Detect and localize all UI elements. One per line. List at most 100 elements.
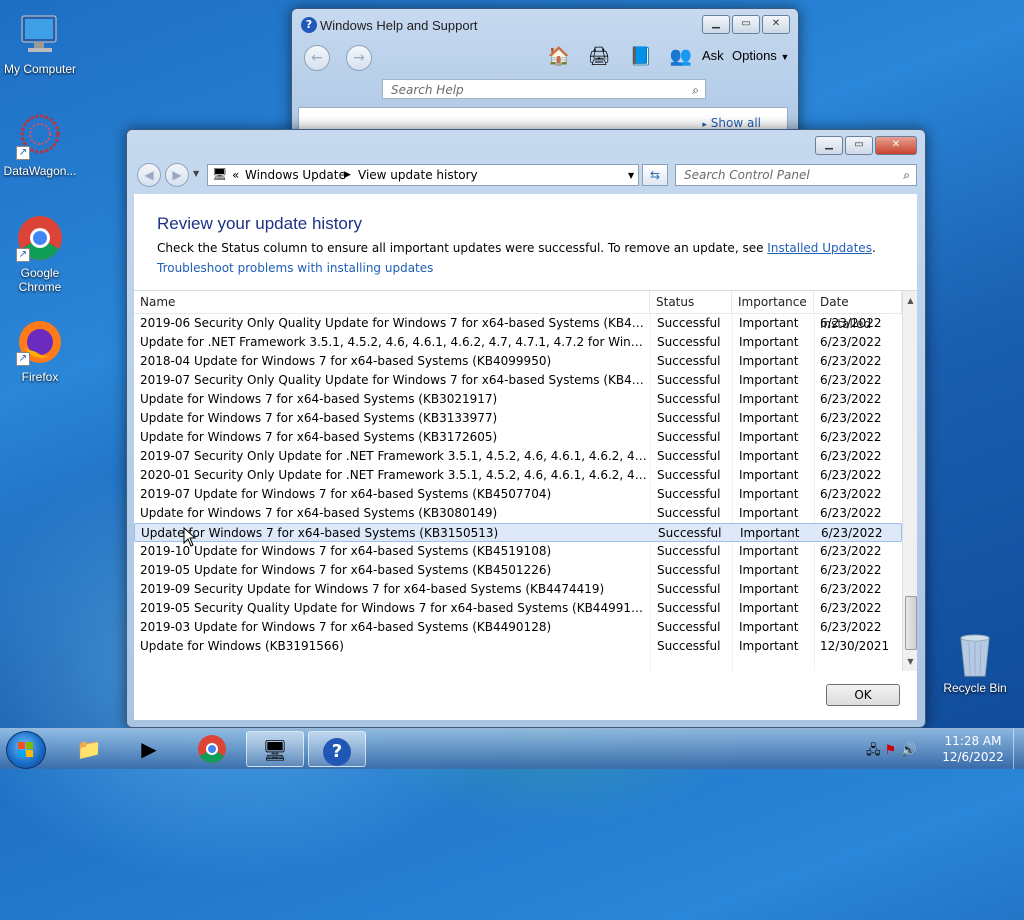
column-header-importance[interactable]: Importance (732, 291, 814, 313)
desktop-icon-firefox[interactable]: ↗ Firefox (0, 318, 80, 384)
network-icon[interactable]: 🖧 (866, 743, 881, 758)
search-icon[interactable]: ⌕ (903, 165, 910, 185)
update-status: Successful (657, 335, 721, 349)
overflow-chevron-icon[interactable]: « (232, 168, 239, 182)
desktop-icon-recycle-bin[interactable]: Recycle Bin (940, 632, 1010, 695)
vertical-scrollbar[interactable]: ▲ ▼ (902, 291, 917, 671)
update-date: 6/23/2022 (820, 468, 882, 482)
update-name: 2020-01 Security Only Update for .NET Fr… (140, 468, 648, 482)
table-row[interactable]: 2019-06 Security Only Quality Update for… (134, 314, 902, 333)
shortcut-arrow-icon: ↗ (16, 352, 30, 366)
scrollbar-thumb[interactable] (905, 596, 917, 650)
volume-icon[interactable]: 🔊 (900, 743, 916, 758)
breadcrumb-view-update-history[interactable]: View update history (358, 168, 478, 182)
update-name: 2019-05 Security Quality Update for Wind… (140, 601, 648, 615)
update-status: Successful (657, 563, 721, 577)
media-player-taskbar-icon[interactable]: ▶ (120, 731, 178, 767)
address-dropdown-icon[interactable]: ▼ (628, 171, 634, 180)
ask-icon[interactable]: 👥 (668, 45, 694, 69)
control-panel-taskbar-icon[interactable]: 🖥 (246, 731, 304, 767)
update-importance: Important (739, 392, 799, 406)
chrome-taskbar-icon[interactable] (183, 731, 241, 767)
start-button[interactable] (6, 731, 46, 769)
control-panel-window: ▁ ▭ ✕ ◀ ▶ ▼ 🖥 « Windows Update ▶ View up… (126, 129, 926, 728)
table-row[interactable]: 2019-03 Update for Windows 7 for x64-bas… (134, 618, 902, 637)
browse-help-icon[interactable]: 📘 (628, 45, 654, 69)
update-status: Successful (658, 526, 722, 540)
close-button[interactable]: ✕ (762, 15, 790, 34)
table-row[interactable]: 2019-07 Update for Windows 7 for x64-bas… (134, 485, 902, 504)
installed-updates-link[interactable]: Installed Updates (767, 241, 872, 255)
update-importance: Important (739, 335, 799, 349)
table-row-selected[interactable]: Update for Windows 7 for x64-based Syste… (134, 523, 902, 542)
update-name: 2019-07 Update for Windows 7 for x64-bas… (140, 487, 552, 501)
action-center-flag-icon[interactable]: ⚑ (885, 743, 897, 758)
desktop-icon-my-computer[interactable]: My Computer (0, 10, 80, 76)
update-date: 6/23/2022 (820, 620, 882, 634)
minimize-button[interactable]: ▁ (815, 136, 843, 155)
clock[interactable]: 11:28 AM 12/6/2022 (940, 733, 1006, 765)
update-importance: Important (739, 487, 799, 501)
table-row[interactable]: 2019-05 Security Quality Update for Wind… (134, 599, 902, 618)
chrome-icon: ↗ (16, 214, 64, 262)
table-row[interactable]: 2020-01 Security Only Update for .NET Fr… (134, 466, 902, 485)
update-name: 2019-09 Security Update for Windows 7 fo… (140, 582, 605, 596)
address-bar[interactable]: 🖥 « Windows Update ▶ View update history… (207, 164, 639, 186)
update-status: Successful (657, 544, 721, 558)
minimize-button[interactable]: ▁ (702, 15, 730, 34)
breadcrumb-windows-update[interactable]: Windows Update (245, 168, 346, 182)
table-row[interactable]: 2019-09 Security Update for Windows 7 fo… (134, 580, 902, 599)
options-menu[interactable]: Options ▼ (732, 48, 789, 63)
back-arrow-icon[interactable]: ← (304, 45, 330, 71)
update-status: Successful (657, 639, 721, 653)
scroll-down-arrow-icon[interactable]: ▼ (903, 654, 917, 669)
table-row[interactable]: Update for Windows 7 for x64-based Syste… (134, 428, 902, 447)
search-control-panel-input[interactable]: Search Control Panel ⌕ (675, 164, 917, 186)
table-row[interactable]: 2019-05 Update for Windows 7 for x64-bas… (134, 561, 902, 580)
ok-button[interactable]: OK (826, 684, 900, 706)
table-row[interactable]: 2019-07 Security Only Update for .NET Fr… (134, 447, 902, 466)
table-row[interactable]: Update for Windows 7 for x64-based Syste… (134, 504, 902, 523)
forward-arrow-icon[interactable]: → (346, 45, 372, 71)
explorer-taskbar-icon[interactable]: 📁 (60, 731, 118, 767)
recent-pages-icon[interactable]: ▼ (193, 169, 199, 178)
update-name: 2019-05 Update for Windows 7 for x64-bas… (140, 563, 552, 577)
column-header-date-installed[interactable]: Date Installed (814, 291, 902, 331)
column-header-status[interactable]: Status (650, 291, 732, 313)
table-row[interactable]: Update for .NET Framework 3.5.1, 4.5.2, … (134, 333, 902, 352)
show-all-link[interactable]: ▸ Show all (702, 116, 761, 130)
troubleshoot-link[interactable]: Troubleshoot problems with installing up… (157, 261, 433, 275)
refresh-icon[interactable]: ⇆ (642, 164, 668, 186)
table-row[interactable]: Update for Windows 7 for x64-based Syste… (134, 390, 902, 409)
column-header-name[interactable]: Name (134, 291, 650, 313)
update-status: Successful (657, 468, 721, 482)
close-button[interactable]: ✕ (875, 136, 917, 155)
maximize-button[interactable]: ▭ (845, 136, 873, 155)
help-taskbar-icon[interactable]: ? (308, 731, 366, 767)
update-status: Successful (657, 601, 721, 615)
desktop-icon-datawagon[interactable]: ↗ DataWagon... (0, 112, 80, 178)
table-row[interactable]: 2018-04 Update for Windows 7 for x64-bas… (134, 352, 902, 371)
table-row[interactable]: Update for Windows 7 for x64-based Syste… (134, 409, 902, 428)
maximize-button[interactable]: ▭ (732, 15, 760, 34)
breadcrumb-separator-icon[interactable]: ▶ (344, 170, 351, 180)
table-row[interactable]: 2019-10 Update for Windows 7 for x64-bas… (134, 542, 902, 561)
table-row[interactable]: 2019-07 Security Only Quality Update for… (134, 371, 902, 390)
table-row[interactable]: Update for Windows (KB3191566) Successful… (134, 637, 902, 656)
page-title: Review your update history (157, 214, 363, 233)
forward-arrow-icon[interactable]: ▶ (165, 163, 189, 187)
update-name: 2019-10 Update for Windows 7 for x64-bas… (140, 544, 552, 558)
update-date: 6/23/2022 (820, 506, 882, 520)
back-arrow-icon[interactable]: ◀ (137, 163, 161, 187)
show-desktop-button[interactable] (1013, 729, 1024, 769)
update-date: 6/23/2022 (820, 335, 882, 349)
search-help-input[interactable]: Search Help ⌕ (382, 79, 706, 99)
search-icon[interactable]: ⌕ (692, 80, 699, 100)
ask-button[interactable]: Ask (702, 48, 724, 63)
home-icon[interactable]: 🏠 (546, 45, 572, 69)
desktop-icon-google-chrome[interactable]: ↗ Google Chrome (0, 214, 80, 294)
update-date: 6/23/2022 (820, 487, 882, 501)
print-icon[interactable]: 🖨 (586, 45, 612, 69)
firefox-icon: ↗ (16, 318, 64, 366)
scroll-up-arrow-icon[interactable]: ▲ (903, 293, 917, 308)
